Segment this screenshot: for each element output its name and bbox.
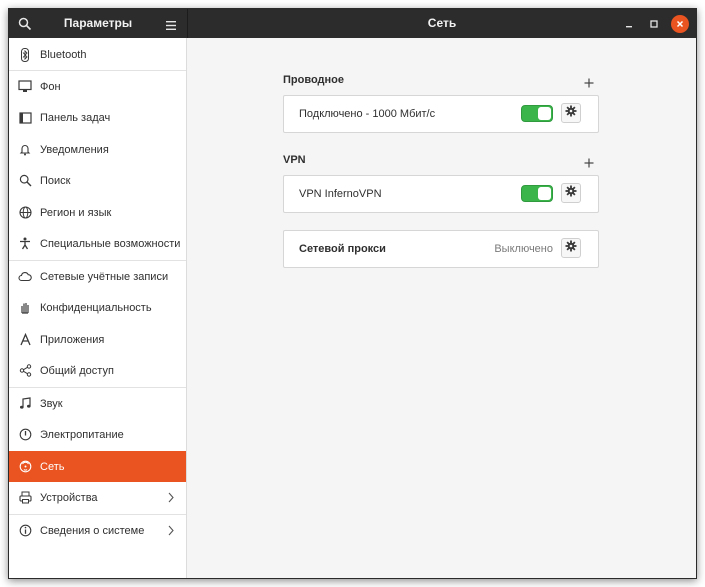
- sidebar-item-background[interactable]: Фон: [9, 71, 186, 102]
- wired-connection-label: Подключено - 1000 Мбит/с: [299, 108, 436, 120]
- network-panel: Проводное Подключено - 1000 Мбит/с VPN V…: [187, 38, 696, 578]
- proxy-settings-button[interactable]: [561, 238, 581, 258]
- sidebar-item-label: Панель задач: [40, 111, 111, 124]
- chevron-right-icon: [168, 492, 174, 503]
- sidebar-header: Параметры: [9, 9, 188, 38]
- add-wired-button[interactable]: [584, 75, 594, 88]
- sidebar-item-dock[interactable]: Панель задач: [9, 102, 186, 133]
- dock-icon: [18, 111, 32, 125]
- gear-icon: [565, 104, 577, 122]
- share-icon: [18, 364, 32, 378]
- add-vpn-button[interactable]: [584, 155, 594, 168]
- apps-icon: [18, 333, 32, 347]
- sidebar-item-online-accounts[interactable]: Сетевые учётные записи: [9, 261, 186, 292]
- sidebar-item-label: Специальные возможности: [40, 237, 181, 250]
- sidebar-item-applications[interactable]: Приложения: [9, 324, 186, 355]
- toggle-knob: [538, 187, 551, 200]
- printer-icon: [18, 491, 32, 505]
- sidebar-item-label: Приложения: [40, 333, 105, 346]
- sidebar-item-sharing[interactable]: Общий доступ: [9, 355, 186, 386]
- proxy-row: Сетевой прокси Выключено: [283, 230, 599, 268]
- toggle-knob: [538, 107, 551, 120]
- wired-settings-button[interactable]: [561, 103, 581, 123]
- globe-icon: [18, 206, 32, 220]
- maximize-button[interactable]: [645, 15, 663, 33]
- music-note-icon: [18, 397, 32, 411]
- vpn-section-title: VPN: [283, 154, 306, 166]
- sidebar-item-label: Фон: [40, 80, 61, 93]
- sidebar-item-label: Bluetooth: [40, 48, 87, 61]
- vpn-settings-button[interactable]: [561, 183, 581, 203]
- sidebar-item-label: Поиск: [40, 174, 71, 187]
- vpn-connection-label: VPN InfernoVPN: [299, 188, 382, 200]
- proxy-label: Сетевой прокси: [299, 243, 386, 255]
- close-button[interactable]: [671, 15, 689, 33]
- sidebar-item-notifications[interactable]: Уведомления: [9, 134, 186, 165]
- gear-icon: [565, 239, 577, 257]
- cloud-icon: [18, 270, 32, 284]
- chevron-right-icon: [168, 525, 174, 536]
- sidebar-item-accessibility[interactable]: Специальные возможности: [9, 228, 186, 259]
- sidebar-item-label: Сведения о системе: [40, 524, 145, 537]
- vpn-connection-row: VPN InfernoVPN: [283, 175, 599, 213]
- vpn-toggle[interactable]: [521, 185, 553, 202]
- proxy-status: Выключено: [494, 243, 553, 255]
- sidebar-item-label: Сетевые учётные записи: [40, 270, 169, 283]
- sidebar-title: Параметры: [63, 16, 133, 30]
- power-icon: [18, 428, 32, 442]
- accessibility-icon: [18, 237, 32, 251]
- gear-icon: [565, 184, 577, 202]
- header-bar: Параметры Сеть: [9, 9, 696, 38]
- sidebar-item-about[interactable]: Сведения о системе: [9, 515, 186, 546]
- sidebar-item-label: Регион и язык: [40, 206, 112, 219]
- sidebar-item-label: Общий доступ: [40, 364, 114, 377]
- hamburger-menu-icon[interactable]: [165, 18, 177, 30]
- network-icon: [18, 460, 32, 474]
- sidebar-item-devices[interactable]: Устройства: [9, 482, 186, 513]
- sidebar-item-label: Сеть: [40, 460, 65, 473]
- background-icon: [18, 80, 32, 94]
- sidebar-item-sound[interactable]: Звук: [9, 388, 186, 419]
- settings-window: Параметры Сеть Bluetooth Фон Панель зада…: [8, 8, 697, 579]
- wired-toggle[interactable]: [521, 105, 553, 122]
- bell-icon: [18, 143, 32, 157]
- minimize-button[interactable]: [620, 15, 638, 33]
- sidebar-item-network[interactable]: Сеть: [9, 451, 186, 482]
- sidebar-item-label: Звук: [40, 397, 63, 410]
- bluetooth-icon: [18, 47, 32, 62]
- sidebar-item-label: Конфиденциальность: [40, 301, 152, 314]
- sidebar-item-privacy[interactable]: Конфиденциальность: [9, 292, 186, 323]
- search-icon[interactable]: [18, 17, 32, 31]
- sidebar-item-label: Электропитание: [40, 428, 124, 441]
- sidebar-item-label: Уведомления: [40, 143, 109, 156]
- sidebar-item-bluetooth[interactable]: Bluetooth: [9, 39, 186, 70]
- sidebar-item-label: Устройства: [40, 491, 98, 504]
- wired-connection-row: Подключено - 1000 Мбит/с: [283, 95, 599, 133]
- sidebar-item-region[interactable]: Регион и язык: [9, 197, 186, 228]
- sidebar-item-power[interactable]: Электропитание: [9, 419, 186, 450]
- sidebar-item-search[interactable]: Поиск: [9, 165, 186, 196]
- wired-section-title: Проводное: [283, 74, 344, 86]
- sidebar: Bluetooth Фон Панель задач Уведомления П…: [9, 38, 187, 578]
- search-icon: [18, 174, 32, 188]
- info-icon: [18, 524, 32, 538]
- hand-icon: [18, 301, 32, 315]
